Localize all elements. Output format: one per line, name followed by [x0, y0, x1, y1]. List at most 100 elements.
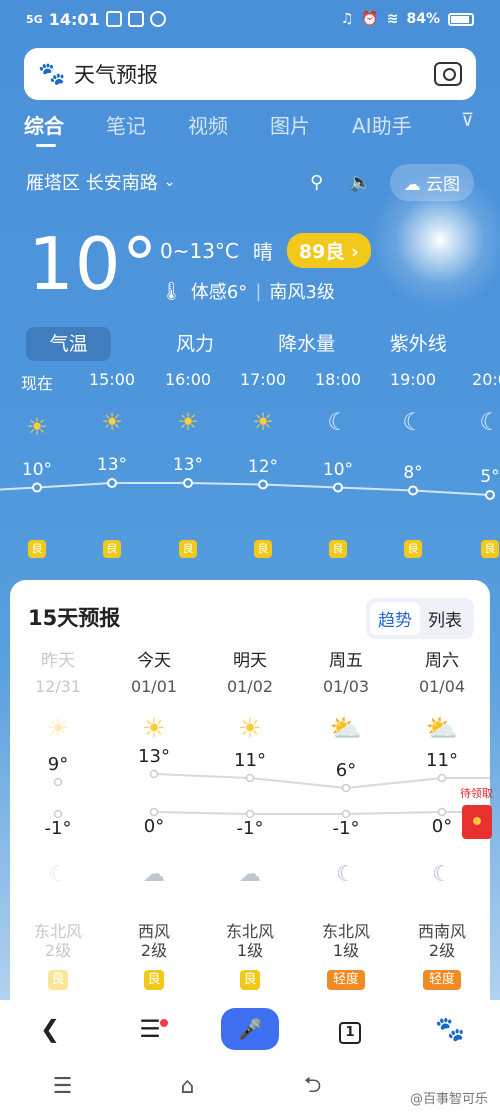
- search-box[interactable]: 🐾 天气预报: [24, 48, 476, 100]
- tab-precipitation[interactable]: 降水量: [251, 327, 363, 361]
- back-icon[interactable]: ❮: [0, 1015, 100, 1043]
- hourly-temp-point: [32, 482, 42, 493]
- partly-cloudy-icon: ⛅: [425, 714, 459, 744]
- status-time: 14:01: [48, 9, 100, 29]
- aqi-tag: 轻度: [327, 970, 365, 990]
- sun-glow: [370, 170, 500, 310]
- hourly-temp-point: [485, 490, 495, 500]
- filter-icon[interactable]: ⊽: [461, 110, 474, 139]
- watermark: @百事智可乐: [409, 1092, 488, 1107]
- high-temp-point: [341, 783, 351, 793]
- current-temperature: 10°: [28, 222, 159, 306]
- hour-label: 18:00: [314, 370, 362, 389]
- tab-wind[interactable]: 风力: [139, 327, 251, 361]
- feel-line: 🌡 体感6° | 南风3级: [160, 278, 335, 304]
- low-temp-point: [437, 807, 447, 817]
- hourly-temp-point: [333, 482, 343, 493]
- chevron-down-icon[interactable]: ⌄: [164, 174, 176, 190]
- day-date: 01/03: [322, 677, 370, 696]
- headphone-icon: ♫: [340, 11, 354, 27]
- high-temp-point: [245, 773, 255, 783]
- day-wind: 西南风 2级: [394, 922, 490, 960]
- aqi-tag: 良: [240, 970, 260, 990]
- tab-images[interactable]: 图片: [270, 110, 352, 139]
- speaker-icon[interactable]: 🔈: [349, 172, 371, 193]
- day-name: 周六: [425, 651, 459, 671]
- day-column[interactable]: 周五 01/03 ⛅: [298, 646, 394, 744]
- aqi-tag: 良: [481, 540, 499, 558]
- sun-icon: ☀: [26, 413, 48, 441]
- red-packet[interactable]: 待领取: [460, 785, 498, 845]
- camera-icon[interactable]: [434, 62, 462, 86]
- low-temp-point: [149, 807, 159, 817]
- moon-icon: ☾: [432, 862, 452, 887]
- aqi-badge[interactable]: 89良 ›: [286, 233, 371, 268]
- hour-label: 现在: [20, 374, 53, 393]
- sun-icon: ☀: [101, 408, 123, 436]
- day-column[interactable]: 昨天 12/31 ☀: [10, 646, 106, 744]
- search-query[interactable]: 天气预报: [74, 59, 158, 89]
- hourly-item: 16:00 ☀ 13° 良: [158, 370, 218, 558]
- wind-direction: 西南风: [417, 922, 466, 941]
- aqi-tag: 良: [28, 540, 46, 558]
- tab-ai-assistant[interactable]: AI助手: [352, 110, 442, 139]
- app-notification-icon: [127, 11, 144, 27]
- hour-label: 19:00: [389, 370, 437, 389]
- day-name: 周五: [329, 651, 363, 671]
- recent-apps-icon[interactable]: ☰: [0, 1074, 125, 1099]
- day-date: 12/31: [34, 677, 82, 696]
- moon-icon: ☾: [402, 408, 424, 436]
- high-temp-point: [149, 769, 159, 779]
- wifi-icon: ≋: [386, 11, 399, 27]
- low-temp: 0°: [143, 816, 165, 837]
- low-temp-point: [341, 809, 351, 819]
- moon-icon: ☾: [48, 862, 68, 887]
- baidu-paw-icon: 🐾: [38, 61, 66, 87]
- tab-temperature[interactable]: 气温: [26, 327, 112, 361]
- low-temp-point: [245, 809, 255, 819]
- current-range-line: 0~13°C 晴 89良 ›: [160, 233, 371, 268]
- tab-video[interactable]: 视频: [188, 110, 270, 139]
- day-date: 01/04: [418, 677, 466, 696]
- voice-button[interactable]: 🎤: [200, 1008, 300, 1050]
- home-icon[interactable]: ⌂: [125, 1074, 250, 1099]
- hourly-temp-point: [408, 485, 418, 496]
- high-temp-point: [53, 777, 63, 787]
- wind-direction: 东北风: [225, 922, 274, 941]
- tabs-count: 1: [339, 1022, 361, 1044]
- mic-icon: 🎤: [221, 1008, 279, 1050]
- sun-icon: ☀: [238, 714, 262, 744]
- high-temp: 13°: [138, 746, 170, 767]
- day-wind: 东北风 2级: [10, 922, 106, 960]
- feels-like: 体感6°: [190, 282, 248, 303]
- pin-icon[interactable]: ⚲: [310, 172, 323, 193]
- hourly-temp-point: [183, 478, 193, 488]
- notification-dot: [160, 1019, 168, 1027]
- day-column[interactable]: 周六 01/04 ⛅: [394, 646, 490, 744]
- baidu-paw-icon[interactable]: 🐾: [400, 1015, 500, 1043]
- status-bar: 5G 14:01 ♫ ⏰ ≋ 84%: [0, 0, 500, 38]
- moon-icon: ☾: [327, 408, 349, 436]
- day-wind: 西风 2级: [106, 922, 202, 960]
- tab-notes[interactable]: 笔记: [106, 110, 188, 139]
- wind-level: 2级: [140, 941, 168, 960]
- aqi-tag: 良: [254, 540, 272, 558]
- back-nav-icon[interactable]: ⮌: [250, 1068, 375, 1106]
- hourly-item: 18:00 ☾ 10° 良: [308, 370, 368, 558]
- moon-icon: ☾: [479, 408, 500, 436]
- tab-uv[interactable]: 紫外线: [362, 327, 474, 361]
- location-name[interactable]: 雁塔区 长安南路: [26, 169, 158, 195]
- tabs-button[interactable]: 1: [300, 1014, 400, 1044]
- menu-icon[interactable]: ☰: [100, 1015, 200, 1043]
- day-date: 01/01: [130, 677, 178, 696]
- day-date: 01/02: [226, 677, 274, 696]
- divider: |: [255, 280, 262, 302]
- day-column[interactable]: 明天 01/02 ☀: [202, 646, 298, 744]
- forecast-card: 15天预报 趋势 列表 昨天 12/31 ☀ 9° -1° ☾ 东北风 2级良今天 01/01 ☀…: [10, 580, 490, 1000]
- day-column[interactable]: 今天 01/01 ☀: [106, 646, 202, 744]
- tab-comprehensive[interactable]: 综合: [24, 110, 106, 147]
- hour-temp: 13°: [172, 455, 204, 475]
- moon-cloud-icon: ☾: [336, 862, 356, 887]
- hourly-temp-point: [258, 479, 268, 490]
- hour-temp: 12°: [247, 456, 279, 477]
